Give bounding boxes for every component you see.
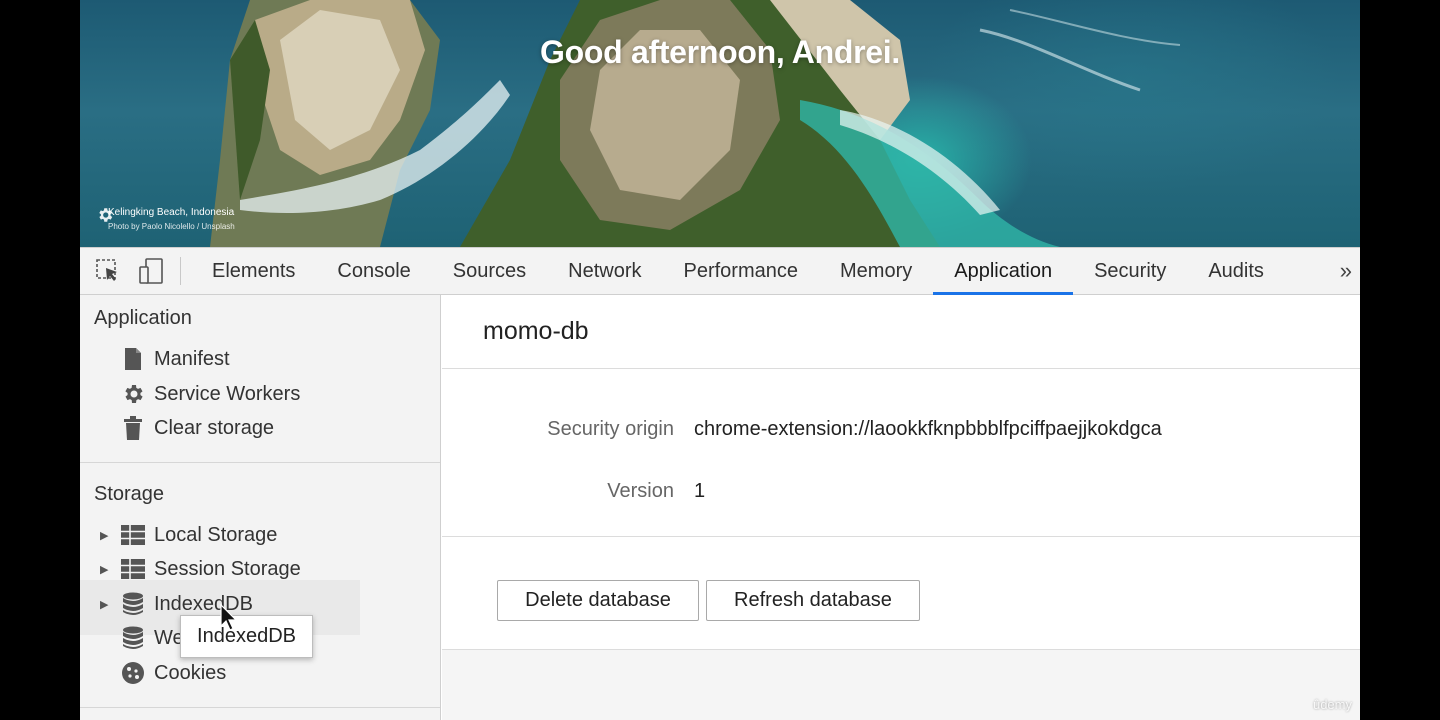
tab-application[interactable]: Application [933, 248, 1073, 295]
sidebar-divider [80, 462, 440, 463]
section-title-storage: Storage [94, 483, 165, 505]
more-tabs-icon[interactable]: » [1340, 248, 1352, 294]
greeting-text: Good afternoon, Andrei. [540, 34, 900, 70]
panel-divider [442, 368, 1360, 369]
watermark-logo: ûdemy [1312, 697, 1352, 712]
photo-author[interactable]: Photo by Paolo Nicolello / Unsplash [108, 220, 235, 234]
inspect-element-icon[interactable] [86, 248, 130, 294]
gear-icon [120, 381, 146, 407]
tab-audits[interactable]: Audits [1187, 248, 1285, 294]
database-icon [120, 625, 146, 651]
photo-location[interactable]: Kelingking Beach, Indonesia [108, 206, 235, 220]
sidebar-item-clear-storage[interactable]: Clear storage [120, 413, 274, 443]
toolbar-separator [180, 257, 181, 285]
version-label: Version [607, 480, 674, 502]
cookie-icon [120, 660, 146, 686]
expand-arrow-icon[interactable]: ▶ [100, 520, 112, 550]
tab-sources[interactable]: Sources [432, 248, 547, 294]
sidebar-item-label: Cookies [154, 661, 227, 684]
file-icon [120, 346, 146, 372]
tooltip: IndexedDB [180, 615, 313, 658]
mouse-cursor-icon [220, 603, 238, 637]
database-title: momo-db [483, 317, 589, 345]
device-toolbar-icon[interactable] [130, 248, 174, 294]
tab-network[interactable]: Network [547, 248, 662, 294]
sidebar-item-label: Local Storage [154, 523, 278, 546]
letterbox-left [0, 0, 80, 720]
sidebar-item-label: Clear storage [154, 416, 275, 439]
sidebar-item-label: Service Workers [154, 382, 301, 405]
hero-background: Good afternoon, Andrei. Kelingking Beach… [80, 0, 1360, 247]
sidebar-item-label: Session Storage [154, 557, 301, 580]
devtools-toolbar: Elements Console Sources Network Perform… [80, 247, 1360, 295]
browser-frame: Good afternoon, Andrei. Kelingking Beach… [80, 0, 1360, 720]
database-icon [120, 591, 146, 617]
sidebar-divider [80, 707, 440, 708]
panel-divider [442, 536, 1360, 537]
refresh-database-button[interactable]: Refresh database [706, 580, 920, 621]
database-panel: momo-db Security origin chrome-extension… [442, 295, 1360, 720]
expand-arrow-icon[interactable]: ▶ [100, 554, 112, 584]
security-origin-label: Security origin [547, 418, 674, 440]
grid-icon [120, 556, 146, 582]
tab-performance[interactable]: Performance [663, 248, 820, 294]
trash-icon [120, 415, 146, 441]
delete-database-button[interactable]: Delete database [497, 580, 699, 621]
sidebar-item-cookies[interactable]: Cookies [120, 658, 226, 688]
tab-memory[interactable]: Memory [819, 248, 933, 294]
photo-credit: Kelingking Beach, Indonesia Photo by Pao… [96, 206, 235, 234]
security-origin-value: chrome-extension://laookkfknpbbblfpciffp… [694, 418, 1162, 440]
expand-arrow-icon[interactable]: ▶ [100, 589, 112, 619]
sidebar-item-label: Manifest [154, 347, 230, 370]
sidebar-item-session-storage[interactable]: ▶ Session Storage [100, 554, 301, 584]
sidebar-item-local-storage[interactable]: ▶ Local Storage [100, 520, 278, 550]
sidebar-item-label: IndexedDB [154, 592, 253, 615]
sidebar-item-manifest[interactable]: Manifest [120, 344, 230, 374]
section-title-application: Application [94, 307, 192, 329]
tab-elements[interactable]: Elements [191, 248, 316, 294]
version-value: 1 [694, 480, 706, 502]
tab-console[interactable]: Console [316, 248, 431, 294]
sidebar-item-service-workers[interactable]: Service Workers [120, 379, 300, 409]
letterbox-right [1360, 0, 1440, 720]
panel-empty-area [442, 650, 1360, 720]
grid-icon [120, 522, 146, 548]
tab-security[interactable]: Security [1073, 248, 1187, 294]
